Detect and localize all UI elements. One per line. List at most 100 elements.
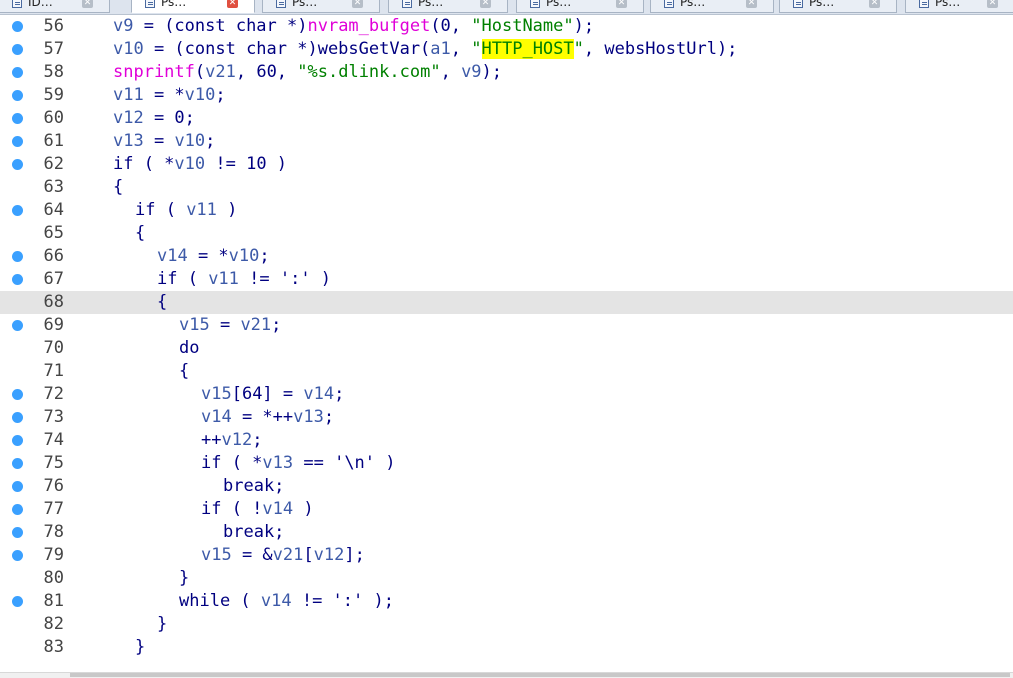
code-line[interactable]: 70 do bbox=[0, 337, 1013, 360]
line-number: 73 bbox=[43, 407, 64, 427]
close-icon[interactable]: ✕ bbox=[352, 0, 363, 8]
code-line[interactable]: 58 snprintf(v21, 60, "%s.dlink.com", v9); bbox=[0, 61, 1013, 84]
tab-pseudocode[interactable]: Ps… ✕ bbox=[650, 0, 774, 13]
code-line[interactable]: 82} bbox=[0, 613, 1013, 636]
code-line[interactable]: 80} bbox=[0, 567, 1013, 590]
code-text[interactable]: if ( v11 ) bbox=[135, 199, 237, 222]
code-text[interactable]: { bbox=[179, 360, 189, 383]
breakpoint-dot-icon[interactable] bbox=[12, 205, 23, 216]
code-line[interactable]: 57 v10 = (const char *)websGetVar(a1, "HT… bbox=[0, 38, 1013, 61]
code-text[interactable]: if ( v11 != ':' ) bbox=[157, 268, 331, 291]
code-line[interactable]: 73 v14 = *++v13; bbox=[0, 406, 1013, 429]
breakpoint-dot-icon[interactable] bbox=[12, 251, 23, 262]
code-line[interactable]: 72 v15[64] = v14; bbox=[0, 383, 1013, 406]
horizontal-scrollbar[interactable] bbox=[0, 672, 1013, 678]
code-text[interactable]: break; bbox=[223, 521, 284, 544]
code-line[interactable]: 76 break; bbox=[0, 475, 1013, 498]
code-line[interactable]: 68 { bbox=[0, 291, 1013, 314]
code-line[interactable]: 66 v14 = *v10; bbox=[0, 245, 1013, 268]
code-line[interactable]: 64 if ( v11 ) bbox=[0, 199, 1013, 222]
close-icon[interactable]: ✕ bbox=[869, 0, 880, 8]
code-line[interactable]: 71 { bbox=[0, 360, 1013, 383]
code-text[interactable]: if ( *v13 == '\n' ) bbox=[201, 452, 396, 475]
close-icon[interactable]: ✕ bbox=[616, 0, 627, 8]
close-icon[interactable]: ✕ bbox=[82, 0, 93, 8]
code-text[interactable]: v10 = (const char *)websGetVar(a1, "HTTP… bbox=[113, 38, 737, 61]
code-token: ; bbox=[323, 407, 335, 427]
breakpoint-dot-icon[interactable] bbox=[12, 320, 23, 331]
close-icon[interactable]: ✕ bbox=[987, 0, 998, 8]
code-text[interactable]: v15[64] = v14; bbox=[201, 383, 344, 406]
breakpoint-dot-icon[interactable] bbox=[12, 527, 23, 538]
code-line[interactable]: 60 v12 = 0; bbox=[0, 107, 1013, 130]
breakpoint-dot-icon[interactable] bbox=[12, 550, 23, 561]
code-line[interactable]: 77 if ( !v14 ) bbox=[0, 498, 1013, 521]
code-text[interactable]: if ( *v10 != 10 ) bbox=[113, 153, 287, 176]
code-text[interactable]: v15 = v21; bbox=[179, 314, 281, 337]
tab-ida-view[interactable]: ID… ✕ bbox=[0, 0, 110, 13]
tab-pseudocode[interactable]: Ps… ✕ bbox=[516, 0, 644, 13]
breakpoint-dot-icon[interactable] bbox=[12, 389, 23, 400]
close-icon[interactable]: ✕ bbox=[227, 0, 238, 8]
tab-pseudocode[interactable]: Ps… ✕ bbox=[905, 0, 1013, 13]
code-line[interactable]: 79 v15 = &v21[v12]; bbox=[0, 544, 1013, 567]
code-line[interactable]: 65 { bbox=[0, 222, 1013, 245]
close-icon[interactable]: ✕ bbox=[746, 0, 757, 8]
scrollbar-thumb[interactable] bbox=[70, 673, 1010, 677]
code-line[interactable]: 81 while ( v14 != ':' ); bbox=[0, 590, 1013, 613]
breakpoint-dot-icon[interactable] bbox=[12, 90, 23, 101]
breakpoint-dot-icon[interactable] bbox=[12, 136, 23, 147]
code-line[interactable]: 67 if ( v11 != ':' ) bbox=[0, 268, 1013, 291]
breakpoint-dot-icon[interactable] bbox=[12, 159, 23, 170]
tab-label: Ps… bbox=[680, 0, 706, 9]
code-text[interactable]: do bbox=[179, 337, 199, 360]
code-line[interactable]: 62 if ( *v10 != 10 ) bbox=[0, 153, 1013, 176]
code-text[interactable]: { bbox=[157, 291, 167, 314]
code-text[interactable]: } bbox=[135, 636, 145, 659]
code-text[interactable]: if ( !v14 ) bbox=[201, 498, 314, 521]
breakpoint-dot-icon[interactable] bbox=[12, 458, 23, 469]
code-text[interactable]: ++v12; bbox=[201, 429, 262, 452]
breakpoint-dot-icon[interactable] bbox=[12, 113, 23, 124]
breakpoint-dot-icon[interactable] bbox=[12, 67, 23, 78]
code-line[interactable]: 56 v9 = (const char *)nvram_bufget(0, "Ho… bbox=[0, 15, 1013, 38]
code-line[interactable]: 59 v11 = *v10; bbox=[0, 84, 1013, 107]
code-line[interactable]: 61 v13 = v10; bbox=[0, 130, 1013, 153]
document-icon bbox=[793, 0, 803, 8]
breakpoint-dot-icon[interactable] bbox=[12, 596, 23, 607]
code-line[interactable]: 74 ++v12; bbox=[0, 429, 1013, 452]
code-text[interactable]: v14 = *v10; bbox=[157, 245, 270, 268]
breakpoint-dot-icon[interactable] bbox=[12, 412, 23, 423]
code-line[interactable]: 63 { bbox=[0, 176, 1013, 199]
breakpoint-dot-icon[interactable] bbox=[12, 274, 23, 285]
breakpoint-dot-icon[interactable] bbox=[12, 504, 23, 515]
code-token: v10 bbox=[184, 85, 216, 105]
code-text[interactable]: v11 = *v10; bbox=[113, 84, 226, 107]
tab-pseudocode[interactable]: Ps… ✕ bbox=[779, 0, 897, 13]
code-line[interactable]: 69 v15 = v21; bbox=[0, 314, 1013, 337]
code-text[interactable]: { bbox=[113, 176, 123, 199]
tab-pseudocode[interactable]: Ps… ✕ bbox=[262, 0, 380, 13]
code-line[interactable]: 78 break; bbox=[0, 521, 1013, 544]
tab-pseudocode[interactable]: Ps… ✕ bbox=[388, 0, 508, 13]
code-text[interactable]: while ( v14 != ':' ); bbox=[179, 590, 394, 613]
code-line[interactable]: 75 if ( *v13 == '\n' ) bbox=[0, 452, 1013, 475]
breakpoint-dot-icon[interactable] bbox=[12, 44, 23, 55]
pseudocode-editor[interactable]: 56 v9 = (const char *)nvram_bufget(0, "Ho… bbox=[0, 15, 1013, 677]
code-line[interactable]: 83} bbox=[0, 636, 1013, 659]
breakpoint-dot-icon[interactable] bbox=[12, 21, 23, 32]
code-text[interactable]: } bbox=[157, 613, 167, 636]
code-text[interactable]: v9 = (const char *)nvram_bufget(0, "Host… bbox=[113, 15, 594, 38]
code-text[interactable]: v15 = &v21[v12]; bbox=[201, 544, 365, 567]
breakpoint-dot-icon[interactable] bbox=[12, 435, 23, 446]
code-text[interactable]: v12 = 0; bbox=[113, 107, 195, 130]
breakpoint-dot-icon[interactable] bbox=[12, 481, 23, 492]
code-text[interactable]: } bbox=[179, 567, 189, 590]
code-text[interactable]: break; bbox=[223, 475, 284, 498]
close-icon[interactable]: ✕ bbox=[480, 0, 491, 8]
code-text[interactable]: v14 = *++v13; bbox=[201, 406, 334, 429]
code-text[interactable]: v13 = v10; bbox=[113, 130, 215, 153]
code-text[interactable]: snprintf(v21, 60, "%s.dlink.com", v9); bbox=[113, 61, 502, 84]
code-text[interactable]: { bbox=[135, 222, 145, 245]
tab-pseudocode-active[interactable]: Ps… ✕ bbox=[131, 0, 255, 13]
